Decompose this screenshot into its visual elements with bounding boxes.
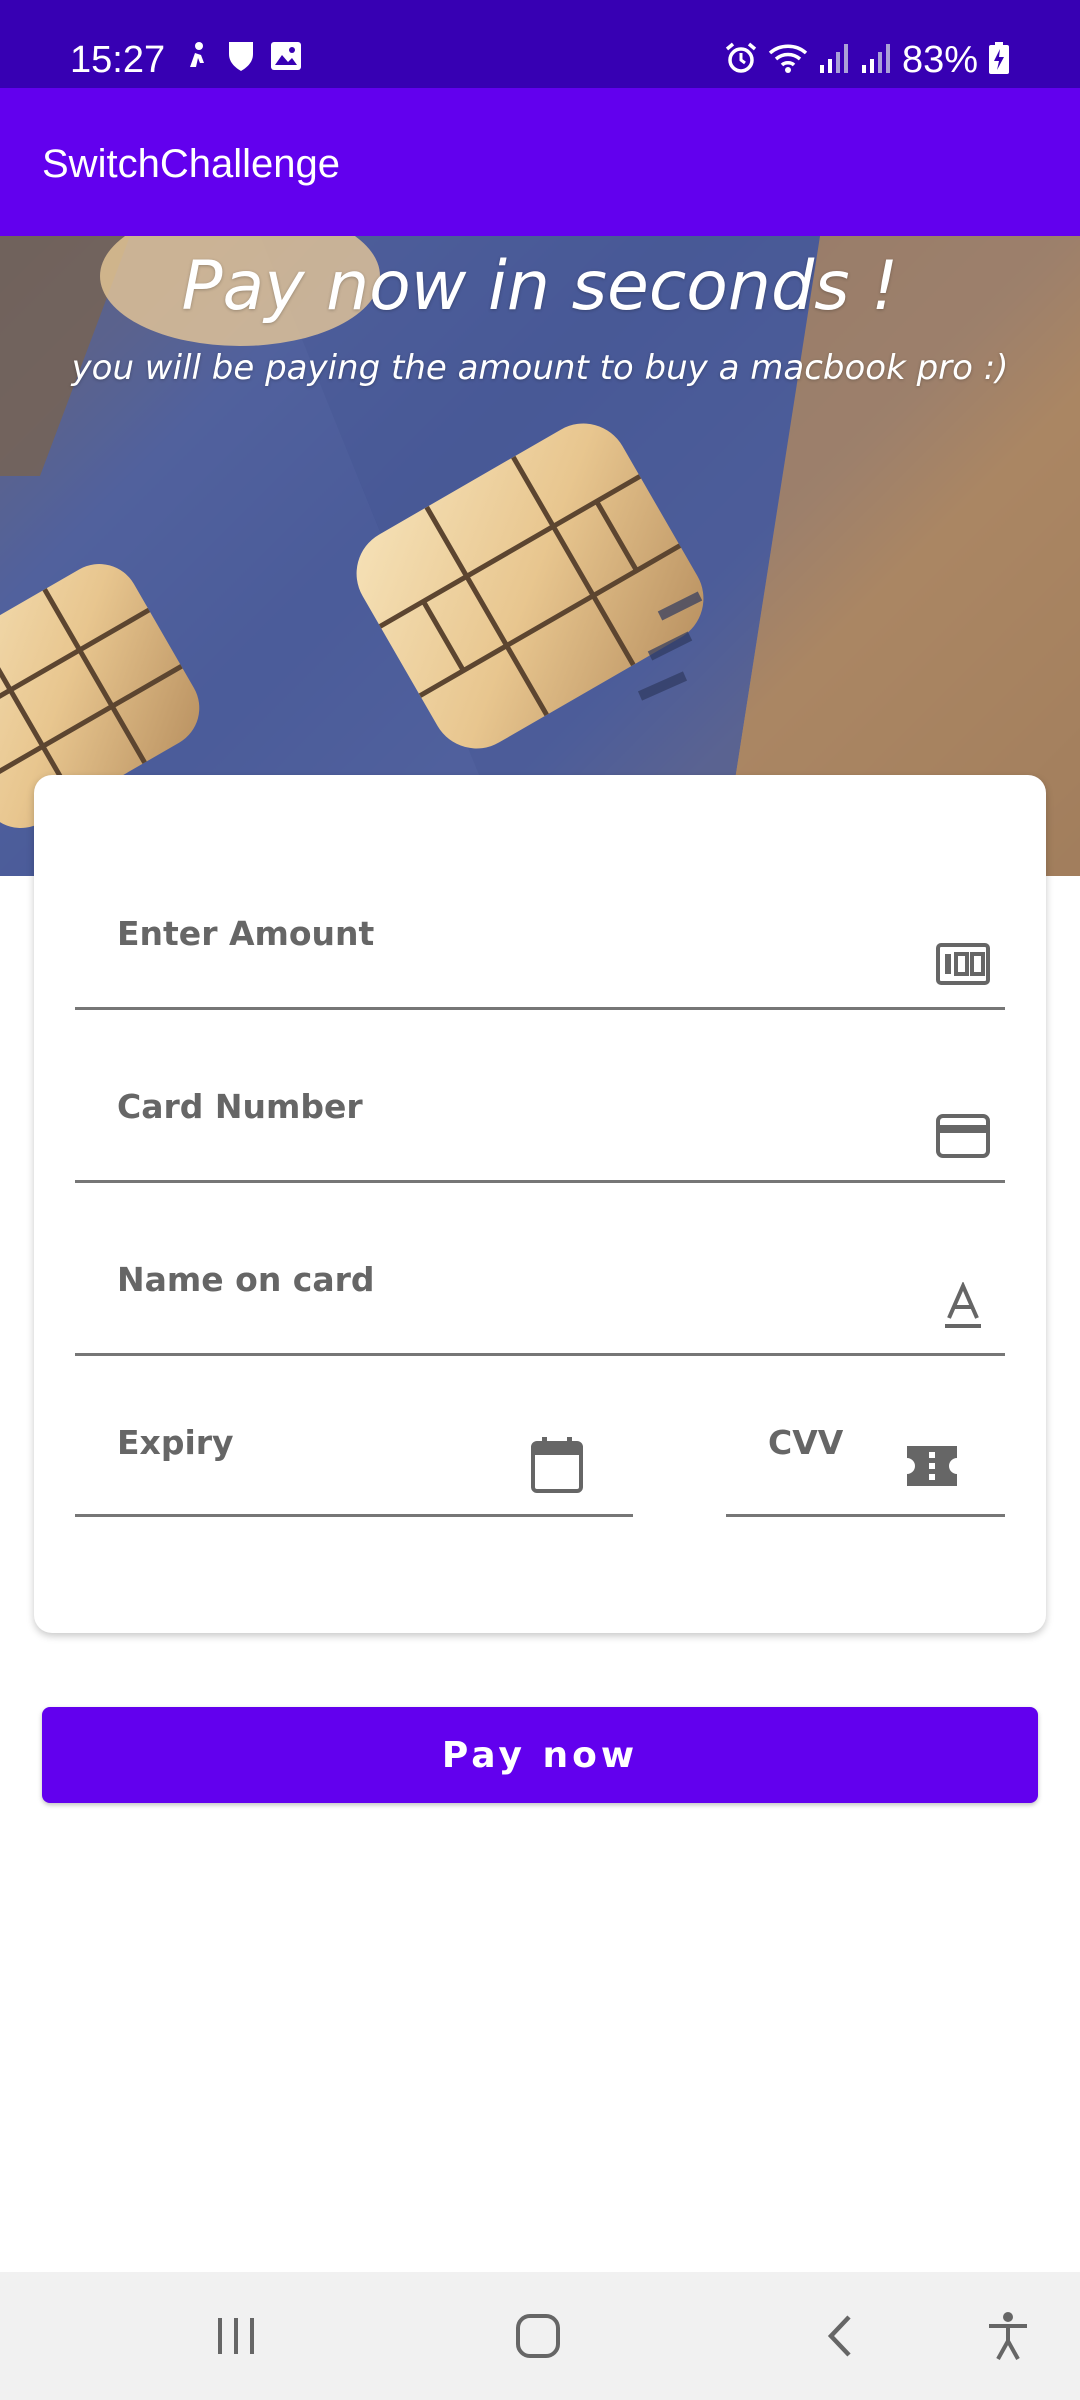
status-bar: 15:27 83% bbox=[0, 0, 1080, 88]
amount-input[interactable]: Enter Amount bbox=[75, 860, 1005, 1010]
status-left-icons bbox=[182, 40, 302, 77]
name-on-card-input[interactable]: Name on card bbox=[75, 1206, 1005, 1356]
recent-apps-button[interactable] bbox=[186, 2272, 286, 2400]
expiry-label: Expiry bbox=[117, 1423, 234, 1462]
text-format-icon bbox=[939, 1281, 987, 1337]
pay-now-button[interactable]: Pay now bbox=[42, 1707, 1038, 1803]
payment-form-card: Enter Amount Card Number Name on card Ex… bbox=[34, 775, 1046, 1633]
money-icon bbox=[935, 942, 991, 991]
recent-apps-icon bbox=[218, 2318, 254, 2354]
back-button[interactable] bbox=[790, 2272, 890, 2400]
calendar-icon bbox=[529, 1435, 585, 1500]
status-right: 83% bbox=[724, 36, 1010, 84]
battery-percent: 83% bbox=[901, 39, 978, 81]
expiry-input[interactable]: Expiry bbox=[75, 1379, 633, 1517]
app-bar: SwitchChallenge bbox=[0, 88, 1080, 236]
wifi-icon bbox=[768, 41, 808, 80]
notification-figure-icon bbox=[182, 41, 212, 76]
hero-title: Pay now in seconds ! bbox=[181, 247, 899, 326]
alarm-icon bbox=[724, 41, 758, 80]
hero-subtitle: you will be paying the amount to buy a m… bbox=[71, 348, 1009, 388]
back-icon bbox=[827, 2315, 851, 2357]
signal-icon bbox=[818, 41, 850, 80]
image-icon bbox=[270, 41, 302, 76]
accessibility-icon bbox=[989, 2312, 1027, 2360]
cvv-label: CVV bbox=[768, 1423, 844, 1462]
ticket-icon bbox=[904, 1443, 960, 1494]
battery-charging-icon bbox=[988, 41, 1010, 80]
shield-icon bbox=[226, 40, 256, 77]
cvv-input[interactable]: CVV bbox=[726, 1379, 1005, 1517]
status-time: 15:27 bbox=[70, 39, 166, 81]
accessibility-button[interactable] bbox=[958, 2272, 1058, 2400]
system-nav-bar bbox=[0, 2272, 1080, 2400]
card-number-input[interactable]: Card Number bbox=[75, 1033, 1005, 1183]
credit-card-icon bbox=[935, 1113, 991, 1164]
name-on-card-label: Name on card bbox=[117, 1260, 375, 1299]
home-button[interactable] bbox=[488, 2272, 588, 2400]
signal-icon bbox=[860, 41, 892, 80]
app-title: SwitchChallenge bbox=[42, 142, 340, 186]
home-icon bbox=[516, 2314, 560, 2358]
amount-label: Enter Amount bbox=[117, 914, 375, 953]
card-number-label: Card Number bbox=[117, 1087, 363, 1126]
